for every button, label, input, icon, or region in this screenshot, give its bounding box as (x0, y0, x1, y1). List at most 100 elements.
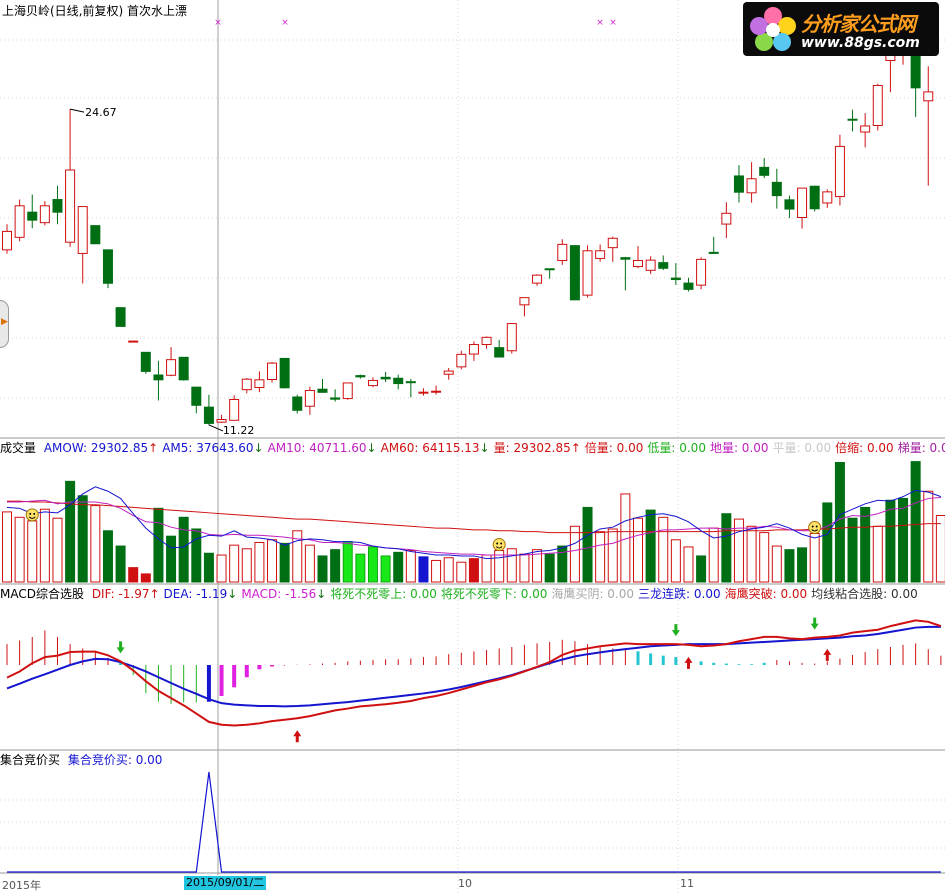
volume-bar (254, 541, 265, 583)
candle (431, 390, 442, 393)
volume-bar (822, 502, 833, 583)
legend-item: 平量: 0.00 (772, 441, 832, 455)
volume-bar (330, 549, 341, 583)
volume-bar (696, 555, 707, 583)
volume-bar (166, 535, 177, 583)
candle (267, 362, 278, 381)
chart-window: × × × × 24.67 11.22 上海贝岭(日线,前复权) 首次水上漂 成交量 AM… (0, 0, 945, 893)
smiley-icon (25, 508, 39, 522)
legend-arrow-icon: ↓ (253, 441, 264, 455)
volume-bar (721, 513, 732, 583)
flower-icon (750, 7, 796, 51)
legend-item: 倍缩: 0.00 (835, 441, 894, 455)
legend-item: 海鹰买阴: 0.00 (551, 587, 635, 601)
candle (367, 379, 378, 387)
candle (582, 250, 593, 296)
candle (721, 212, 732, 225)
candle (2, 230, 12, 251)
candle (443, 370, 454, 375)
volume-bar (683, 546, 694, 583)
volume-bar (784, 549, 795, 583)
candle (191, 386, 202, 406)
legend-item: MACD: -1.56 (241, 587, 317, 601)
candle (380, 376, 391, 380)
crosshair-date-label: 2015/09/01/二 (184, 876, 267, 890)
volume-bar (885, 499, 896, 583)
volume-bar (52, 517, 63, 583)
volume-indicator-name: 成交量 (0, 441, 37, 455)
candle (14, 205, 25, 238)
legend-item: 将死不死零下: 0.00 (440, 587, 548, 601)
smiley-icon (808, 520, 822, 534)
legend-item: 低量: 0.00 (647, 441, 706, 455)
candle (342, 382, 353, 400)
candle (65, 169, 76, 243)
volume-bar (658, 516, 669, 583)
signal-arrow-icon (810, 617, 819, 630)
volume-bar (607, 528, 618, 583)
candle (872, 84, 883, 126)
legend-arrow-icon: ↑ (148, 441, 159, 455)
candle (569, 245, 580, 301)
legend-arrow-icon: ↑ (149, 587, 160, 601)
volume-bar (267, 539, 278, 583)
candle (784, 199, 795, 210)
legend-item: 梯量: 0.00 (897, 441, 945, 455)
legend-arrow-icon: ↓ (366, 441, 377, 455)
logo-url: www.88gs.com (801, 35, 920, 51)
candle (229, 399, 240, 421)
volume-bar (405, 550, 416, 583)
signal-arrow-icon (116, 641, 125, 654)
candle (595, 250, 606, 259)
volume-bar (569, 525, 580, 583)
candle (178, 356, 189, 381)
candle (658, 262, 669, 269)
candle (708, 251, 719, 254)
candle (860, 125, 871, 133)
legend-arrow-icon: ↑ (570, 441, 581, 455)
signal-arrow-icon (293, 730, 302, 743)
volume-bar (279, 542, 290, 583)
candle (759, 166, 770, 176)
volume-bar (27, 520, 38, 583)
candle (468, 344, 479, 355)
candle (27, 211, 38, 221)
candle (393, 377, 404, 385)
candle (418, 391, 429, 394)
legend-item: 将死不死零上: 0.00 (330, 587, 437, 601)
candle (317, 388, 328, 393)
legend-arrow-icon: ↓ (316, 587, 327, 601)
volume-bar (898, 497, 909, 583)
volume-bar (14, 516, 25, 583)
volume-bar (935, 515, 945, 583)
x-tick-label: 2015年 (2, 879, 41, 892)
candle (330, 397, 341, 400)
signal-arrow-icon (671, 624, 680, 637)
candle (494, 347, 505, 358)
legend-item: DIF: -1.97 (91, 587, 150, 601)
candle (633, 259, 643, 268)
volume-bar (443, 557, 454, 583)
volume-ma-slow (7, 500, 941, 534)
candle (847, 118, 858, 121)
volume-bar (595, 531, 606, 583)
candle (292, 396, 303, 411)
side-expand-button[interactable]: ▶ (0, 300, 9, 348)
candle (405, 381, 416, 384)
legend-item: AM10: 40711.60 (267, 441, 367, 455)
candle (834, 145, 845, 198)
signal-mark: × (214, 18, 222, 28)
x-tick-label: 10 (458, 877, 472, 890)
candle (683, 282, 694, 290)
candle (733, 175, 744, 193)
candle (607, 237, 618, 249)
candle (670, 277, 681, 281)
candle (544, 268, 555, 271)
smiley-eye (811, 525, 814, 528)
macd-legend: MACD综合选股 DIF: -1.97↑ DEA: -1.19↓ MACD: -1.… (0, 586, 922, 602)
candle (77, 206, 88, 254)
candle (797, 187, 808, 219)
volume-bar (645, 509, 656, 583)
volume-bar (872, 525, 883, 583)
volume-bar (582, 506, 593, 583)
